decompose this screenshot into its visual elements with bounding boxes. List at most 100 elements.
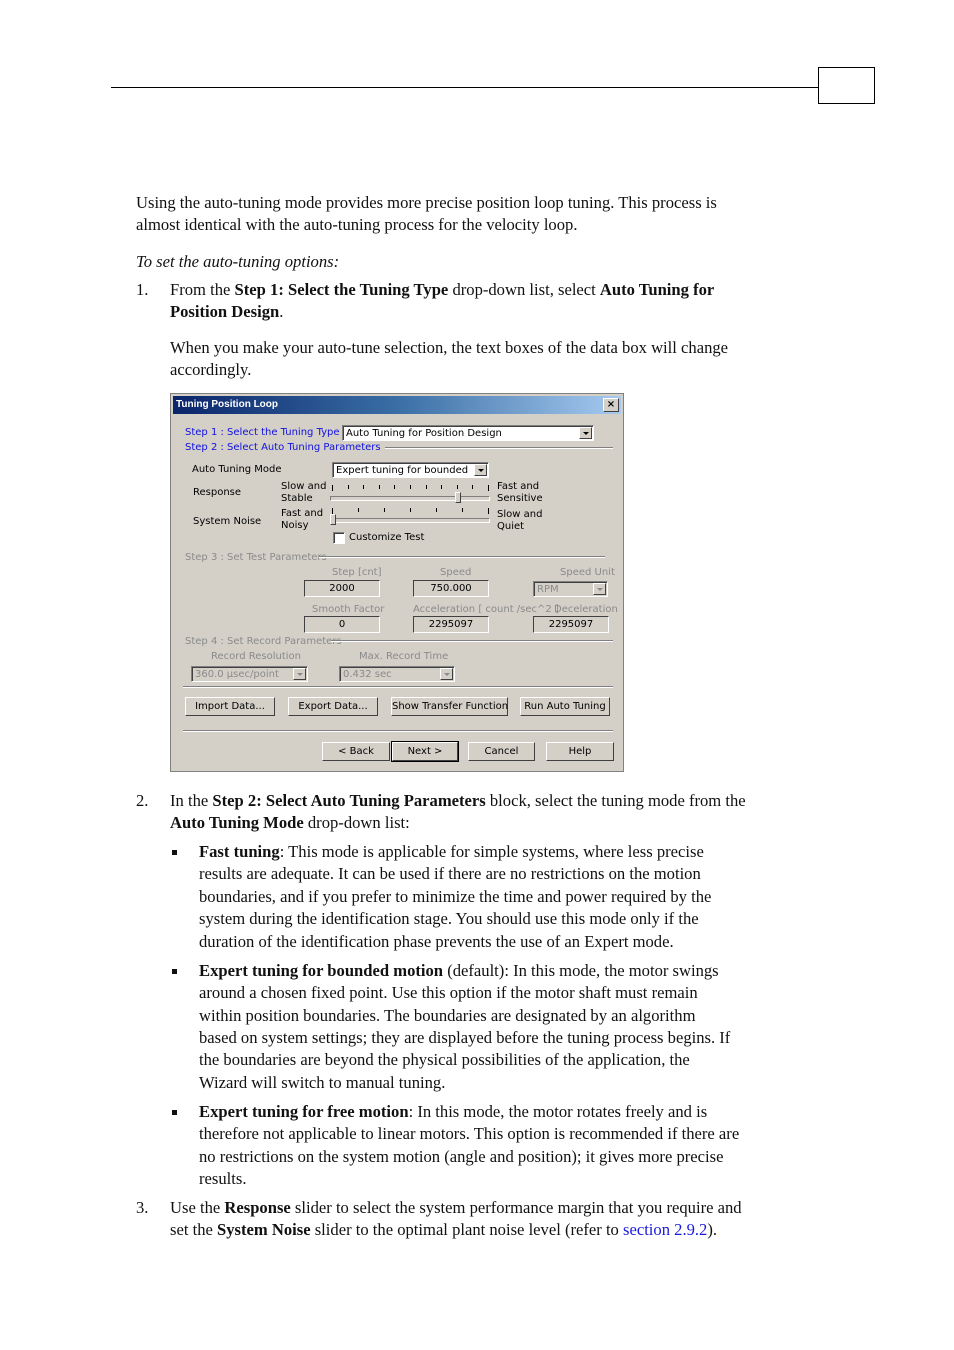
smooth-factor-field[interactable]: 0 xyxy=(304,616,380,633)
bullet-text-line: the boundaries are beyond the physical p… xyxy=(199,1050,690,1069)
auto-tuning-mode-select[interactable]: Expert tuning for bounded xyxy=(332,462,489,478)
bullet-text-line: around a chosen fixed point. Use this op… xyxy=(199,983,698,1002)
slider-tick xyxy=(436,508,437,512)
slider-tick xyxy=(441,485,443,489)
acceleration-field[interactable]: 2295097 xyxy=(413,616,489,633)
step4-divider xyxy=(331,640,613,642)
step-number: 2. xyxy=(136,791,149,810)
bullet-text-line: duration of the identification phase pre… xyxy=(199,932,674,951)
bullet-icon xyxy=(172,969,177,974)
chevron-down-icon xyxy=(579,427,592,439)
step3-label: Step 3 : Set Test Parameters xyxy=(185,552,327,563)
ui-ref: Step 2: Select Auto Tuning Parameters xyxy=(212,791,486,810)
speed-field[interactable]: 750.000 xyxy=(413,580,489,597)
export-data-button[interactable]: Export Data... xyxy=(288,697,378,716)
system-noise-slider[interactable] xyxy=(330,518,490,523)
ui-ref: Position Design xyxy=(170,302,280,321)
text: Use the xyxy=(170,1198,225,1217)
mode-term: Expert tuning for bounded motion xyxy=(199,961,444,980)
step-cnt-field[interactable]: 2000 xyxy=(304,580,380,597)
tuning-type-select[interactable]: Auto Tuning for Position Design xyxy=(342,425,594,441)
intro-line-1: Using the auto-tuning mode provides more… xyxy=(136,193,717,212)
slider-tick xyxy=(410,508,411,512)
slider-tick xyxy=(410,485,411,489)
step3-divider xyxy=(319,556,605,558)
slider-tick xyxy=(425,485,427,489)
procedure-title: To set the auto-tuning options: xyxy=(136,252,340,271)
system-noise-slider-thumb[interactable] xyxy=(330,514,336,525)
bullet-icon xyxy=(172,1110,177,1115)
next-button[interactable]: Next > xyxy=(391,741,459,762)
dialog-title: Tuning Position Loop xyxy=(176,399,279,410)
chevron-down-icon xyxy=(593,583,606,595)
chevron-down-icon xyxy=(474,464,487,476)
slider-tick xyxy=(462,508,463,512)
step2-label: Step 2 : Select Auto Tuning Parameters xyxy=(185,442,381,453)
step-1-line-2: Position Design. xyxy=(170,301,283,324)
step-number: 3. xyxy=(136,1198,149,1217)
slider-tick xyxy=(456,485,458,489)
noise-right-label-2: Quiet xyxy=(497,521,525,532)
mode-term: Fast tuning xyxy=(199,842,280,861)
response-slider-thumb[interactable] xyxy=(454,492,461,503)
text: drop-down list: xyxy=(303,813,410,832)
slider-tick xyxy=(378,485,380,489)
header-rule xyxy=(111,87,818,88)
step-2-line-2: Auto Tuning Mode drop-down list: xyxy=(170,812,410,835)
text: (default): In this mode, the motor swing… xyxy=(443,961,719,980)
slider-tick xyxy=(488,485,489,491)
ui-ref: Auto Tuning for xyxy=(599,280,715,299)
system-noise-label: System Noise xyxy=(193,516,262,527)
step1-label: Step 1 : Select the Tuning Type xyxy=(185,427,340,438)
step-cnt-label: Step [cnt] xyxy=(332,567,382,578)
slider-tick xyxy=(358,508,359,512)
slider-tick xyxy=(384,508,385,512)
speed-unit-label: Speed Unit xyxy=(560,567,615,578)
text: From the xyxy=(170,280,235,299)
slider-tick xyxy=(394,485,396,489)
customize-test-checkbox[interactable] xyxy=(333,532,345,544)
run-auto-tuning-button[interactable]: Run Auto Tuning xyxy=(520,697,610,716)
chevron-down-icon xyxy=(293,668,306,680)
response-left-label: Slow and xyxy=(281,481,327,492)
speed-unit-select[interactable]: RPM xyxy=(533,581,608,597)
tuning-type-value: Auto Tuning for Position Design xyxy=(346,428,502,439)
max-record-time-select[interactable]: 0.432 sec xyxy=(339,666,455,682)
text: . xyxy=(279,302,284,321)
record-resolution-select[interactable]: 360.0 µsec/point xyxy=(191,666,308,682)
slider-tick xyxy=(332,485,333,491)
noise-right-label: Slow and xyxy=(497,509,543,520)
response-slider[interactable] xyxy=(330,496,490,501)
chevron-down-icon xyxy=(440,668,453,680)
speed-unit-value: RPM xyxy=(537,584,559,595)
slider-tick xyxy=(363,485,365,489)
acceleration-label: Acceleration [ count /sec^2 ] xyxy=(413,604,559,615)
help-button[interactable]: Help xyxy=(546,742,614,761)
bullet-text-line: Wizard will switch to manual tuning. xyxy=(199,1073,446,1092)
record-resolution-label: Record Resolution xyxy=(211,651,301,662)
step4-label: Step 4 : Set Record Parameters xyxy=(185,636,342,647)
bullet-text-line: results. xyxy=(199,1169,247,1188)
record-resolution-value: 360.0 µsec/point xyxy=(195,669,279,680)
show-transfer-function-button[interactable]: Show Transfer Function xyxy=(391,697,508,716)
step-2-line-1: In the Step 2: Select Auto Tuning Parame… xyxy=(170,790,746,813)
section-link[interactable]: section 2.9.2 xyxy=(623,1220,707,1239)
close-icon[interactable]: × xyxy=(603,398,619,412)
back-button[interactable]: < Back xyxy=(322,742,390,761)
divider xyxy=(183,686,613,688)
step-1-note-1: When you make your auto-tune selection, … xyxy=(170,338,729,357)
text: slider to the optimal plant noise level … xyxy=(310,1220,623,1239)
tuning-position-loop-dialog: Tuning Position Loop × Step 1 : Select t… xyxy=(170,393,624,772)
ui-ref: System Noise xyxy=(217,1220,311,1239)
import-data-button[interactable]: Import Data... xyxy=(185,697,275,716)
bullet-free-line-1: Expert tuning for free motion: In this m… xyxy=(199,1101,707,1124)
deceleration-field[interactable]: 2295097 xyxy=(533,616,609,633)
cancel-button[interactable]: Cancel xyxy=(468,742,535,761)
page-number-box xyxy=(818,67,875,104)
max-record-time-label: Max. Record Time xyxy=(359,651,449,662)
text: set the xyxy=(170,1220,218,1239)
bullet-text-line: therefore not applicable to linear motor… xyxy=(199,1124,740,1143)
ui-ref: Auto Tuning Mode xyxy=(170,813,304,832)
bullet-text-line: no restrictions on the system motion (an… xyxy=(199,1147,724,1166)
bullet-text-line: system during the identification stage. … xyxy=(199,909,699,928)
